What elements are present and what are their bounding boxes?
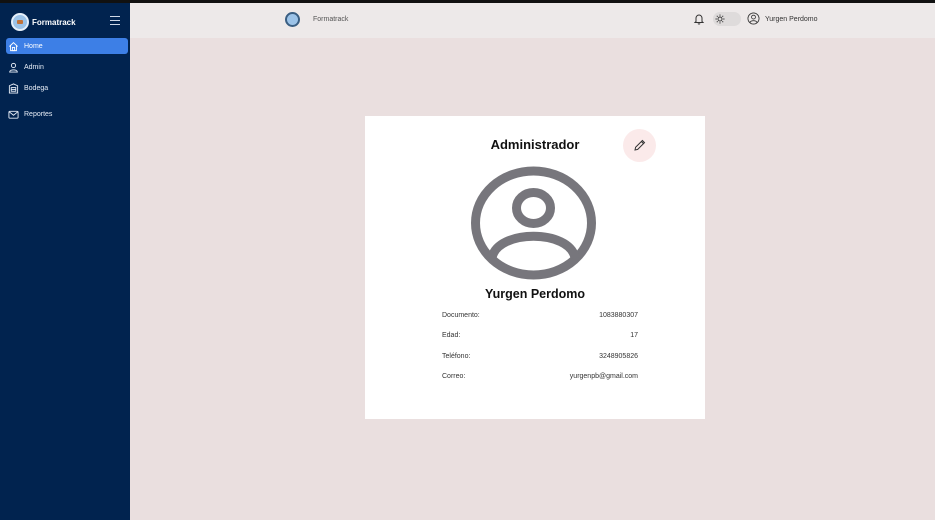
field-value: 1083880307 [599, 312, 638, 319]
info-row-telefono: Teléfono: 3248905826 [442, 353, 638, 360]
field-value: 17 [630, 332, 638, 339]
brand-logo [11, 13, 29, 31]
bell-icon[interactable] [693, 13, 705, 25]
user-avatar-icon[interactable] [747, 12, 760, 25]
top-bar: Formatrack Yurgen Perdomo [130, 3, 935, 38]
hamburger-menu-icon[interactable] [110, 16, 120, 25]
sidebar-item-home[interactable]: Home [6, 38, 128, 54]
profile-name: Yurgen Perdomo [484, 287, 586, 301]
sidebar-item-label: Reportes [24, 110, 53, 118]
field-value: yurgenpb@gmail.com [569, 373, 638, 380]
header-logo [285, 12, 300, 27]
warehouse-icon [8, 82, 19, 94]
sidebar-item-reportes[interactable]: Reportes [6, 106, 128, 122]
sidebar-item-bodega[interactable]: Bodega [6, 80, 128, 96]
info-row-documento: Documento: 1083880307 [442, 312, 638, 319]
sidebar: Formatrack Home Admin Bodega Reportes [0, 3, 130, 520]
pencil-icon [634, 139, 646, 151]
home-icon [9, 41, 18, 51]
field-label: Correo: [442, 373, 466, 380]
header-title: Formatrack [313, 16, 349, 23]
theme-toggle[interactable] [713, 12, 741, 26]
info-row-edad: Edad: 17 [442, 332, 638, 339]
field-value: 3248905826 [599, 353, 638, 360]
profile-card: Administrador Yurgen Perdomo Documento: … [365, 116, 705, 419]
edit-profile-button[interactable] [623, 129, 656, 162]
sidebar-nav: Home Admin Bodega Reportes [6, 38, 128, 127]
brand-name: Formatrack [32, 17, 76, 27]
sun-icon [715, 14, 725, 24]
brand[interactable]: Formatrack [11, 12, 76, 32]
header-user-name[interactable]: Yurgen Perdomo [765, 16, 818, 23]
field-label: Teléfono: [442, 353, 471, 360]
info-row-correo: Correo: yurgenpb@gmail.com [442, 373, 638, 380]
field-label: Documento: [442, 312, 480, 319]
sidebar-item-label: Bodega [24, 84, 49, 92]
sidebar-item-admin[interactable]: Admin [6, 59, 128, 75]
sidebar-item-label: Home [24, 42, 43, 50]
mail-icon [8, 110, 19, 119]
sidebar-item-label: Admin [24, 63, 44, 71]
field-label: Edad: [442, 332, 461, 339]
avatar-icon [471, 166, 596, 280]
user-icon [9, 62, 18, 73]
main-content: Administrador Yurgen Perdomo Documento: … [130, 38, 935, 520]
